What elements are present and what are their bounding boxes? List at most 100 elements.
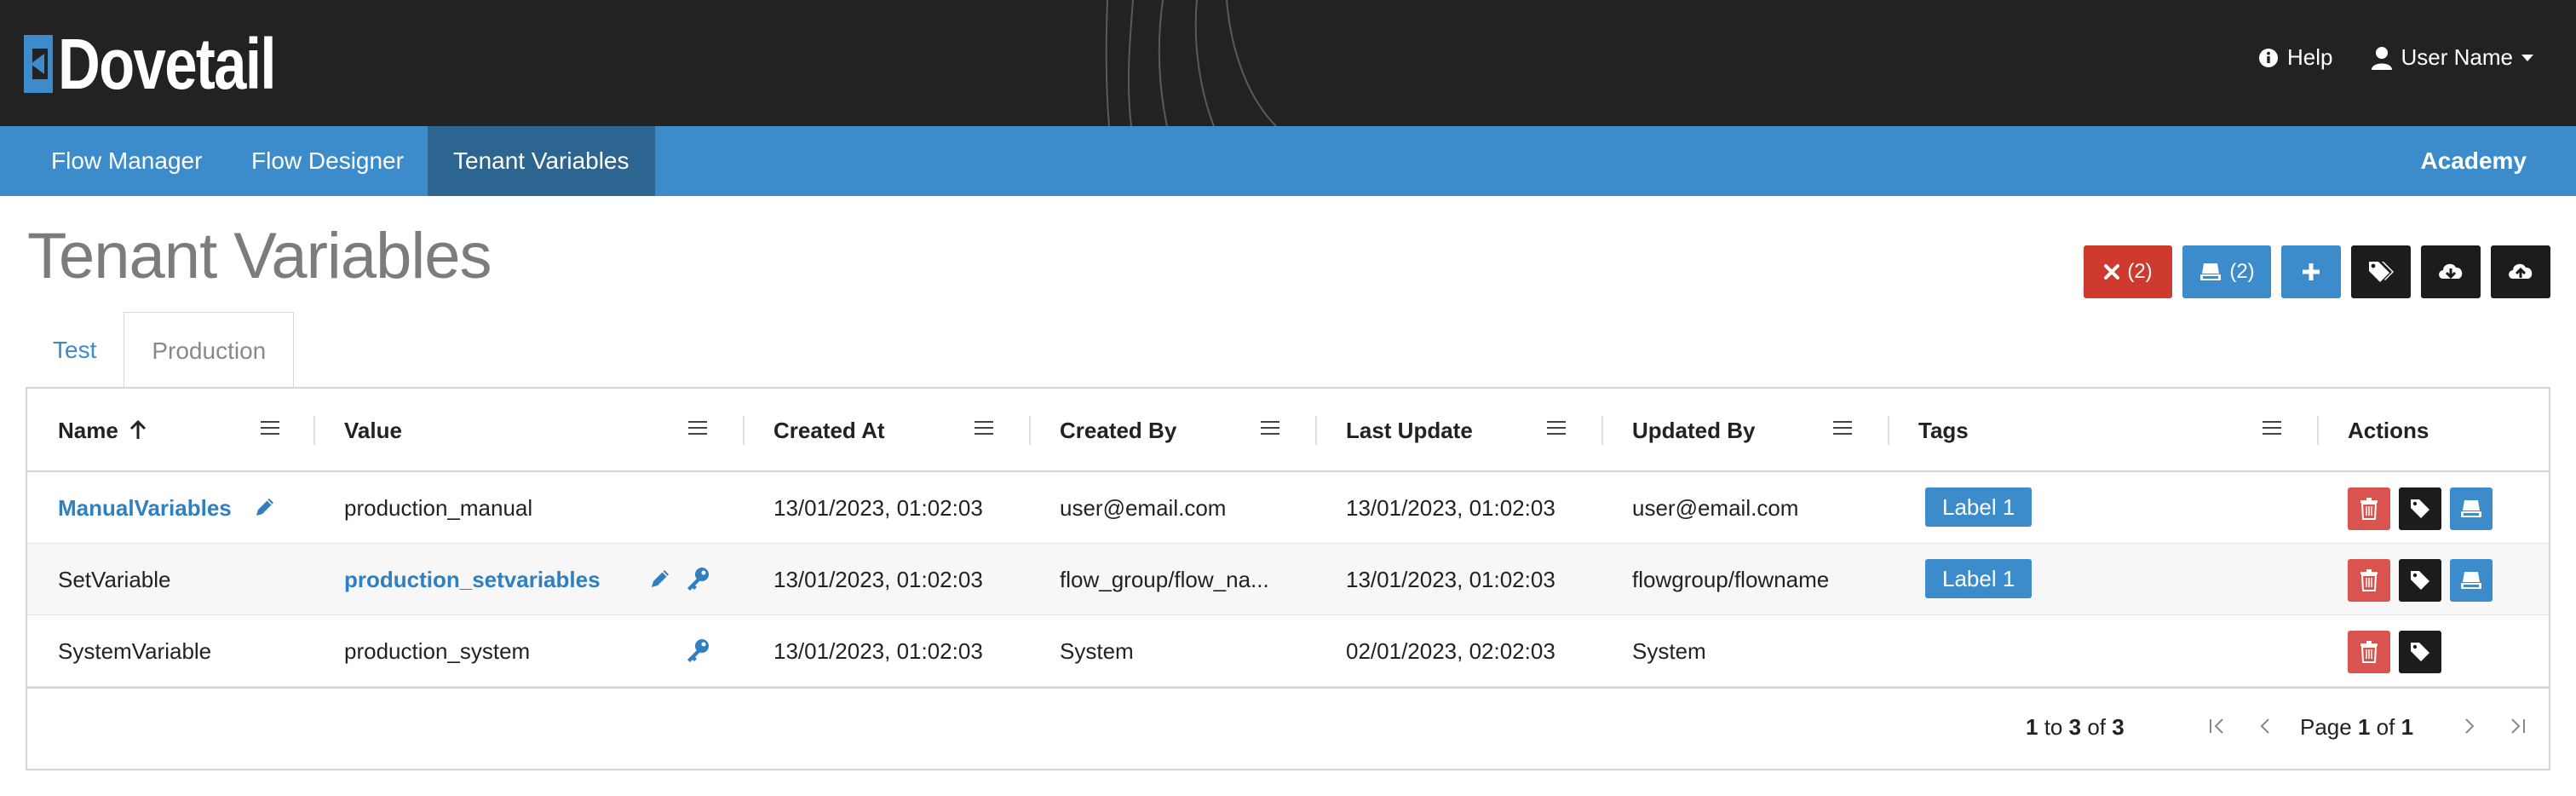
upload-button[interactable] (2491, 245, 2550, 298)
add-variable-button[interactable] (2281, 245, 2341, 298)
table-row: SetVariable production_setvariables 13/0… (27, 544, 2549, 615)
top-header: Dovetail Help User Name (0, 0, 2576, 126)
column-header-name[interactable]: Name (58, 389, 147, 472)
deploy-row-button[interactable] (2450, 559, 2493, 602)
row-total: 3 (2112, 714, 2125, 740)
column-header-tags[interactable]: Tags (1918, 389, 1969, 472)
column-header-label: Name (58, 417, 118, 443)
variable-name: SetVariable (58, 566, 171, 592)
column-divider (1888, 416, 1889, 445)
tag-row-button[interactable] (2399, 559, 2441, 602)
page-title-text: Tenant Variables (27, 220, 492, 292)
logo-text: Dovetail (58, 24, 276, 104)
table-row: SystemVariable production_system 13/01/2… (27, 615, 2549, 687)
column-divider (743, 416, 745, 445)
column-divider (1029, 416, 1031, 445)
logo-mark-icon (24, 35, 53, 93)
tag-badge[interactable]: Label 1 (1925, 559, 2033, 598)
variable-value-link[interactable]: production_setvariables (344, 544, 601, 615)
nav-item-flow-manager[interactable]: Flow Manager (26, 126, 227, 196)
delete-row-button[interactable] (2348, 559, 2390, 602)
tag-icon (2411, 499, 2429, 518)
info-circle-icon (2259, 48, 2279, 67)
delete-row-button[interactable] (2348, 487, 2390, 530)
variable-name-link[interactable]: ManualVariables (58, 472, 232, 544)
column-menu-icon[interactable] (1547, 421, 1566, 438)
updated-by: System (1632, 637, 1706, 664)
column-divider (2317, 416, 2319, 445)
column-divider (1315, 416, 1317, 445)
column-header-value[interactable]: Value (344, 389, 402, 472)
tab-test[interactable]: Test (26, 312, 124, 389)
row-range-end: 3 (2068, 714, 2082, 740)
table-row: ManualVariables production_manual 13/01/… (27, 472, 2549, 544)
page-actions: (2) (2) (2084, 245, 2550, 298)
main-nav: Flow Manager Flow Designer Tenant Variab… (0, 126, 2576, 196)
deploy-row-button[interactable] (2450, 487, 2493, 530)
variable-value: production_system (344, 637, 531, 664)
row-range-to-word: to (2044, 714, 2063, 740)
key-icon[interactable] (685, 566, 710, 591)
last-page-icon[interactable] (2508, 716, 2527, 736)
column-header-created-by[interactable]: Created By (1060, 389, 1176, 472)
grid-footer: 1 to 3 of 3 Page 1 of 1 (27, 687, 2549, 769)
row-range-of-word: of (2087, 714, 2107, 740)
nav-item-academy[interactable]: Academy (2420, 126, 2527, 196)
deploy-icon (2200, 263, 2222, 280)
tab-production[interactable]: Production (124, 312, 295, 389)
created-at: 13/01/2023, 01:02:03 (773, 637, 983, 664)
help-link[interactable]: Help (2258, 44, 2333, 71)
deploy-count: (2) (2229, 260, 2255, 283)
column-header-created-at[interactable]: Created At (773, 389, 885, 472)
delete-count: (2) (2127, 260, 2153, 283)
user-menu[interactable]: User Name (2371, 44, 2533, 71)
download-button[interactable] (2421, 245, 2481, 298)
environment-tabs: Test Production (26, 312, 295, 389)
created-by: flow_group/flow_na... (1060, 566, 1269, 592)
created-at: 13/01/2023, 01:02:03 (773, 566, 983, 592)
column-menu-icon[interactable] (1261, 421, 1279, 438)
total-pages: 1 (2401, 714, 2414, 740)
tag-row-button[interactable] (2399, 631, 2441, 673)
variable-value: production_manual (344, 494, 533, 521)
updated-by: user@email.com (1632, 494, 1799, 521)
tag-row-button[interactable] (2399, 487, 2441, 530)
last-update: 13/01/2023, 01:02:03 (1346, 566, 1555, 592)
previous-page-icon[interactable] (2257, 716, 2273, 736)
last-update: 13/01/2023, 01:02:03 (1346, 494, 1555, 521)
user-icon (2371, 46, 2392, 70)
next-page-icon[interactable] (2462, 716, 2477, 736)
column-menu-icon[interactable] (975, 421, 993, 438)
column-divider (313, 416, 315, 445)
key-icon[interactable] (685, 637, 710, 663)
edit-icon[interactable] (254, 496, 276, 518)
tags-icon (2369, 262, 2394, 282)
column-header-last-update[interactable]: Last Update (1346, 389, 1473, 472)
row-count-summary: 1 to 3 of 3 (2026, 714, 2125, 741)
nav-item-tenant-variables[interactable]: Tenant Variables (428, 126, 655, 196)
column-header-updated-by[interactable]: Updated By (1632, 389, 1755, 472)
deploy-icon (2461, 500, 2481, 517)
current-page: 1 (2357, 714, 2371, 740)
cloud-upload-icon (2509, 263, 2533, 279)
tag-badge[interactable]: Label 1 (1925, 487, 2033, 527)
variable-name: SystemVariable (58, 637, 212, 664)
column-menu-icon[interactable] (261, 421, 279, 438)
page-title: Tenant Variables (27, 223, 492, 289)
manage-tags-button[interactable] (2351, 245, 2411, 298)
sort-ascending-icon (129, 420, 146, 439)
delete-row-button[interactable] (2348, 631, 2390, 673)
edit-icon[interactable] (649, 568, 671, 590)
nav-item-flow-designer[interactable]: Flow Designer (226, 126, 429, 196)
header-actions: Help User Name (2258, 44, 2533, 71)
column-menu-icon[interactable] (688, 421, 707, 438)
delete-selected-button[interactable]: (2) (2084, 245, 2172, 298)
caret-down-icon (2521, 54, 2533, 61)
plus-icon (2303, 263, 2320, 280)
deploy-selected-button[interactable]: (2) (2182, 245, 2271, 298)
cloud-download-icon (2439, 263, 2463, 280)
dovetail-logo[interactable]: Dovetail (24, 26, 323, 102)
column-menu-icon[interactable] (1833, 421, 1852, 438)
first-page-icon[interactable] (2208, 716, 2227, 736)
column-menu-icon[interactable] (2263, 421, 2281, 438)
